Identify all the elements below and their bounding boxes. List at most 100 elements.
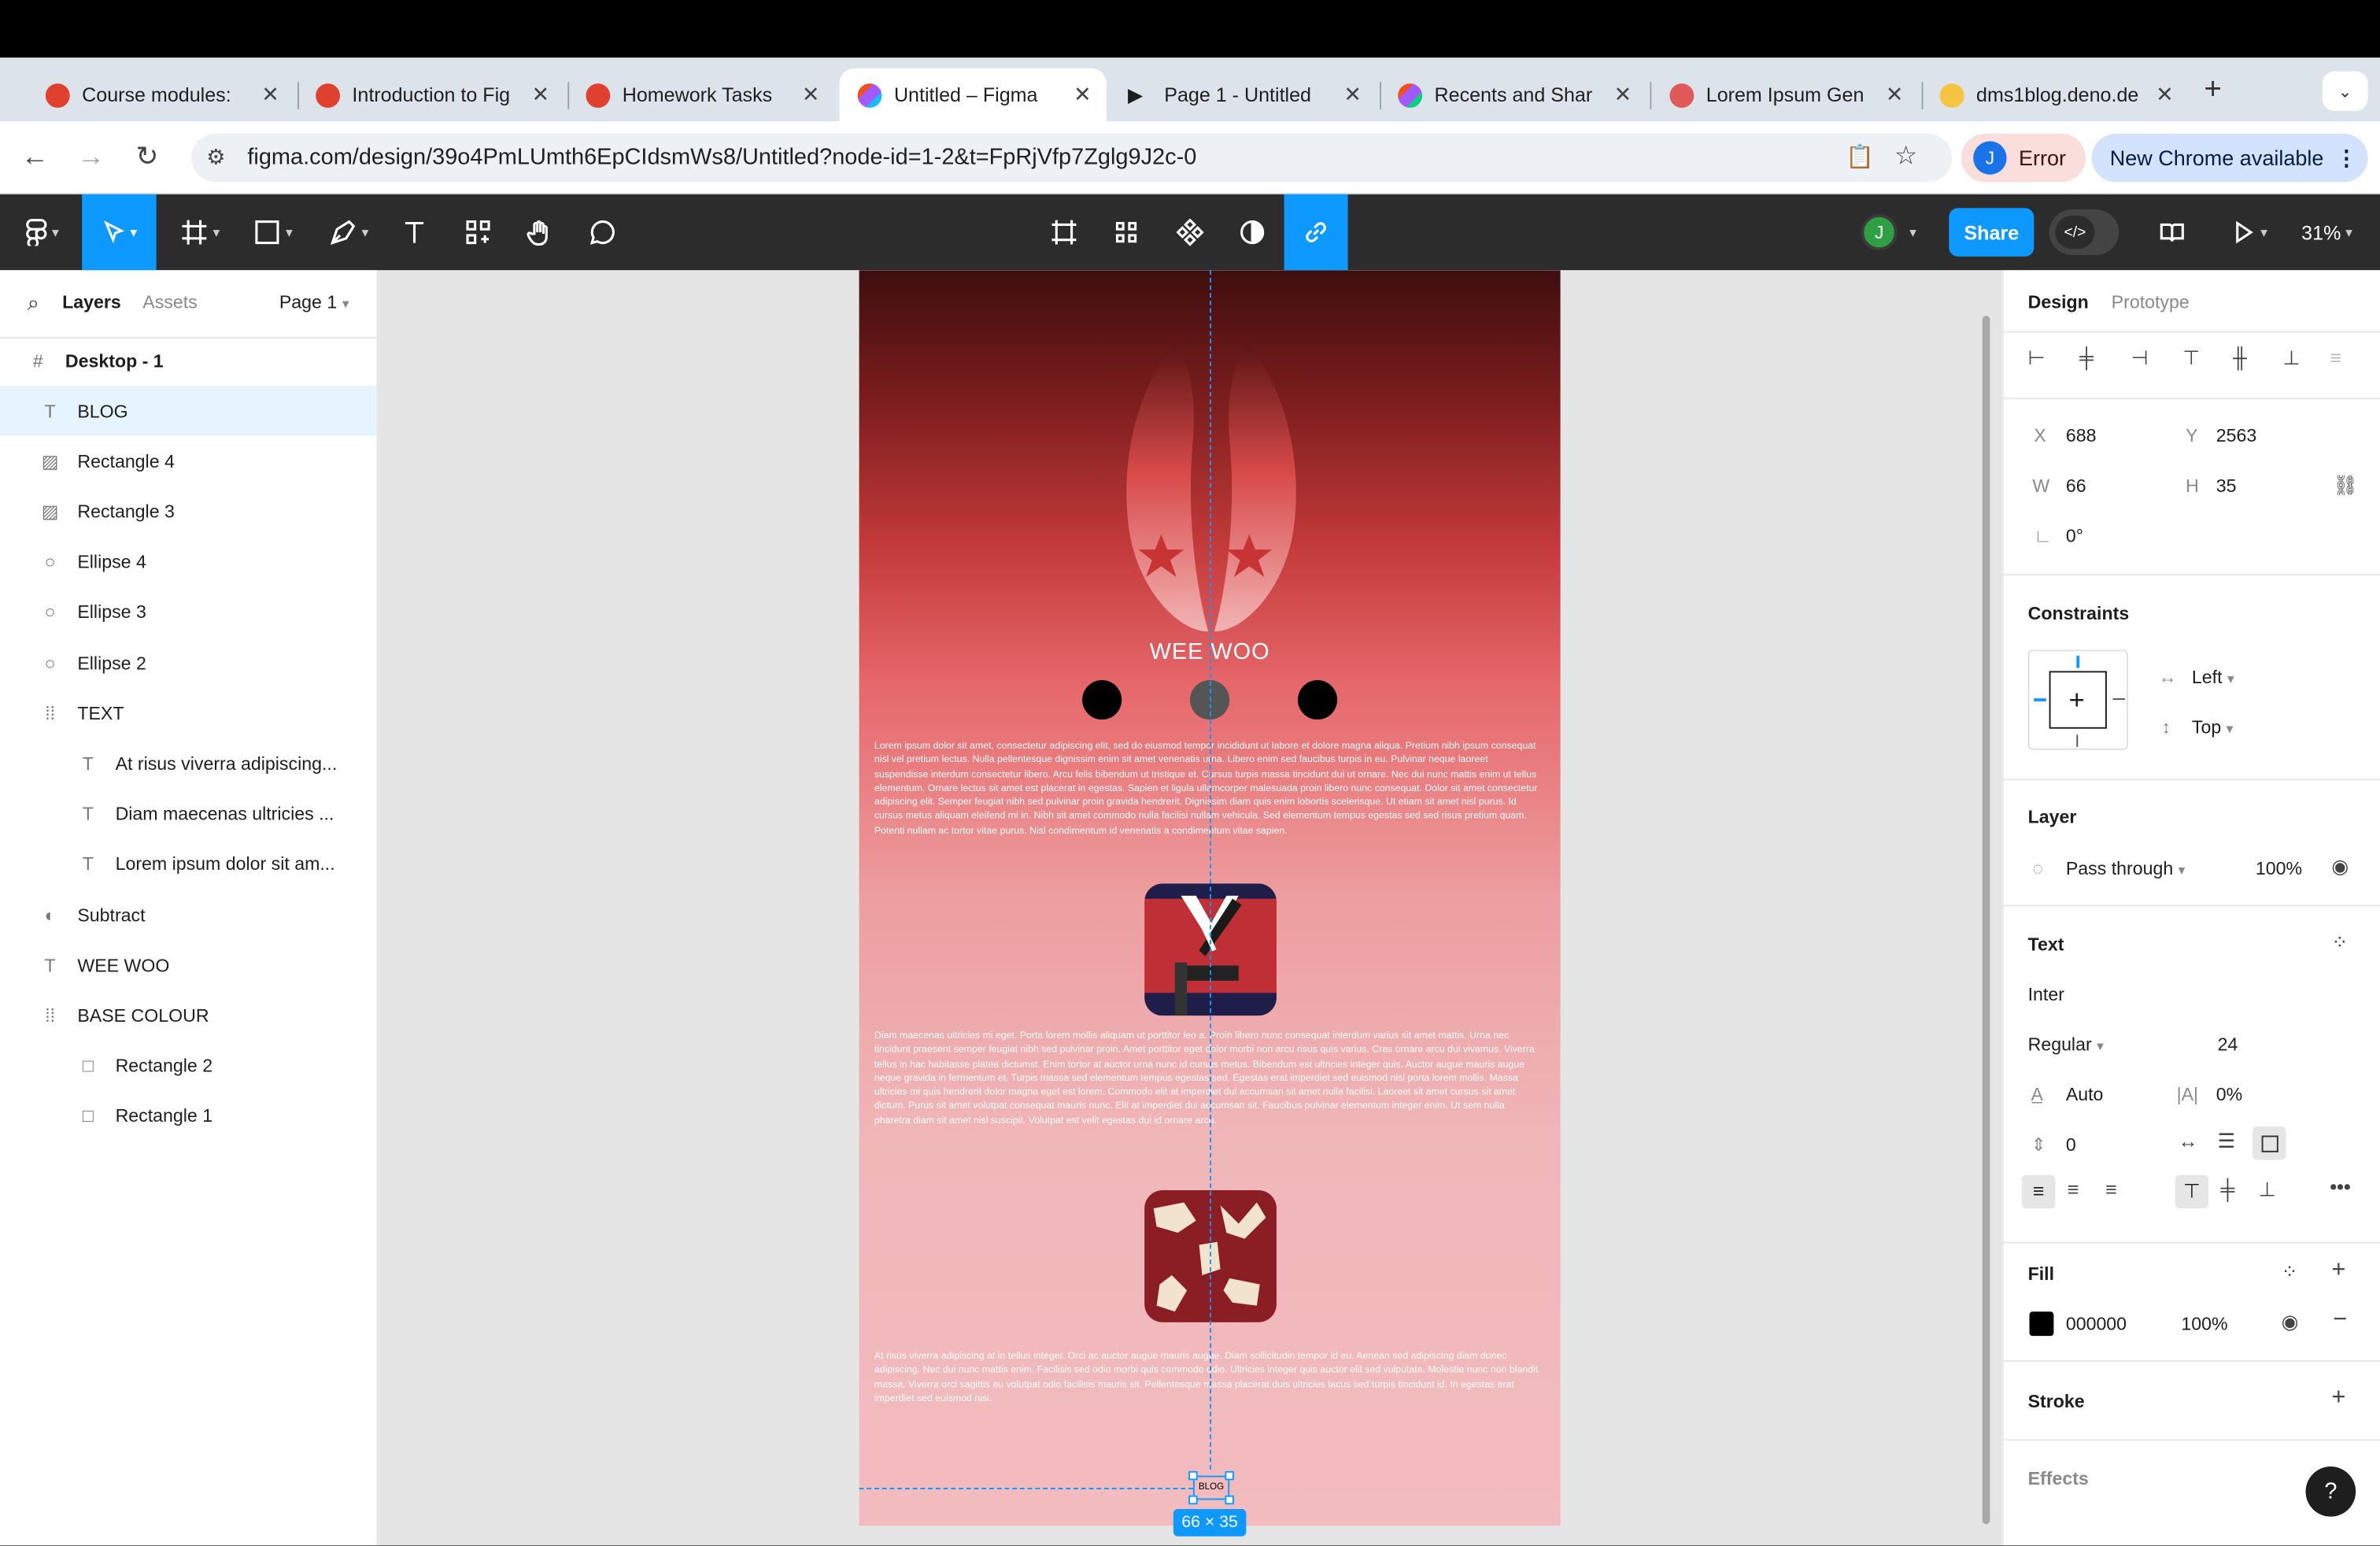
pen-tool[interactable]: ▾: [319, 194, 379, 270]
blend-mode-select[interactable]: Pass through ▾: [2066, 858, 2186, 879]
fill-opacity-input[interactable]: 100%: [2181, 1313, 2227, 1334]
layer-row[interactable]: ⁞⁞ BASE COLOUR: [0, 990, 376, 1041]
comment-tool[interactable]: [583, 194, 623, 270]
font-family-select[interactable]: Inter: [2028, 984, 2064, 1005]
resize-handle[interactable]: [1225, 1470, 1234, 1481]
link-button[interactable]: [1284, 194, 1348, 271]
x-input[interactable]: 688: [2066, 425, 2097, 446]
fixed-size-button[interactable]: [2252, 1126, 2286, 1160]
layer-row[interactable]: ○ Ellipse 3: [0, 587, 376, 638]
add-fill-icon[interactable]: +: [2331, 1257, 2345, 1285]
align-text-left-icon[interactable]: ≡: [2021, 1174, 2056, 1209]
align-text-right-icon[interactable]: ≡: [2105, 1178, 2117, 1201]
fill-hex-input[interactable]: 000000: [2066, 1313, 2127, 1334]
layer-row[interactable]: T At risus viverra adipiscing...: [0, 738, 376, 789]
share-button[interactable]: Share: [1949, 208, 2034, 257]
layer-row[interactable]: T BLOG: [0, 385, 377, 436]
design-canvas[interactable]: WEE WOO Lorem ipsum dolor sit amet, cons…: [378, 270, 2002, 1546]
help-button[interactable]: ?: [2305, 1466, 2356, 1517]
resize-handle[interactable]: [1188, 1470, 1198, 1481]
tab-design[interactable]: Design: [2028, 291, 2089, 313]
align-center-v-icon[interactable]: ╫: [2233, 346, 2247, 369]
tab-search-button[interactable]: ⌄: [2322, 71, 2368, 111]
dev-mode-toggle[interactable]: </>: [2049, 209, 2119, 256]
more-options-icon[interactable]: •••: [2330, 1175, 2350, 1198]
omnibox[interactable]: ⚙ figma.com/design/39o4PmLUmth6EpCIdsmWs…: [191, 133, 1953, 183]
layer-row[interactable]: ⁞⁞ TEXT: [0, 688, 376, 738]
search-icon[interactable]: ⌕: [28, 290, 39, 316]
close-tab-icon[interactable]: ✕: [261, 82, 279, 108]
font-weight-select[interactable]: Regular ▾: [2028, 1034, 2104, 1055]
site-settings-icon[interactable]: ⚙: [206, 144, 225, 170]
ellipse-4[interactable]: [1297, 680, 1338, 720]
browser-tab[interactable]: Homework Tasks ✕: [567, 68, 834, 122]
align-bottom-icon[interactable]: ⊥: [2283, 346, 2301, 371]
layer-frame-row[interactable]: # Desktop - 1: [0, 335, 376, 386]
layer-row[interactable]: ◐ Subtract: [0, 890, 376, 940]
resources-tool[interactable]: [458, 194, 497, 270]
page-selector[interactable]: Page 1 ▾: [279, 291, 349, 313]
move-tool[interactable]: ▾: [82, 194, 157, 271]
selected-blog-text[interactable]: BLOG: [1192, 1475, 1230, 1500]
close-tab-icon[interactable]: ✕: [1886, 82, 1904, 108]
present-button[interactable]: ▾: [2219, 194, 2280, 270]
layer-row[interactable]: ○ Ellipse 4: [0, 537, 376, 587]
auto-width-icon[interactable]: ↔: [2179, 1130, 2198, 1152]
forward-arrow-icon[interactable]: →: [75, 141, 108, 173]
ellipse-2[interactable]: [1082, 680, 1122, 720]
text-styles-icon[interactable]: ⁘: [2331, 930, 2348, 955]
align-text-center-icon[interactable]: ≡: [2068, 1178, 2079, 1201]
browser-tab[interactable]: ▶ Page 1 - Untitled ✕: [1110, 68, 1377, 122]
align-text-top-icon[interactable]: ⊤: [2175, 1174, 2209, 1209]
text-tool[interactable]: [394, 194, 434, 270]
browser-tab[interactable]: Lorem Ipsum Gen ✕: [1651, 68, 1918, 122]
eye-icon[interactable]: ◉: [2282, 1310, 2299, 1334]
letter-spacing-input[interactable]: 0%: [2216, 1084, 2242, 1105]
eye-icon[interactable]: ◉: [2331, 855, 2349, 879]
url-text[interactable]: figma.com/design/39o4PmLUmth6EpCIdsmWs8/…: [247, 144, 1196, 170]
tab-assets[interactable]: Assets: [142, 291, 197, 313]
resize-handle[interactable]: [1188, 1495, 1198, 1505]
chrome-update-button[interactable]: New Chrome available ⋮: [2091, 133, 2368, 183]
rotation-input[interactable]: 0°: [2066, 525, 2083, 546]
transform-button[interactable]: [1044, 194, 1084, 270]
auto-height-icon[interactable]: ☰: [2218, 1130, 2235, 1154]
align-text-middle-icon[interactable]: ╪: [2221, 1178, 2235, 1201]
layer-row[interactable]: ▨ Rectangle 3: [0, 486, 376, 537]
close-tab-icon[interactable]: ✕: [532, 82, 550, 108]
layer-row[interactable]: ○ Ellipse 2: [0, 638, 376, 688]
align-left-icon[interactable]: ⊢: [2028, 346, 2046, 371]
layer-row[interactable]: □ Rectangle 1: [0, 1091, 376, 1141]
remove-fill-icon[interactable]: −: [2333, 1307, 2347, 1335]
height-input[interactable]: 35: [2216, 475, 2237, 497]
browser-tab[interactable]: Introduction to Fig ✕: [298, 68, 564, 122]
paragraph-1[interactable]: Lorem ipsum dolor sit amet, consectetur …: [874, 739, 1539, 838]
browser-tab-active[interactable]: Untitled – Figma ✕: [839, 68, 1107, 122]
constraints-widget[interactable]: +: [2027, 649, 2128, 750]
close-tab-icon[interactable]: ✕: [802, 82, 820, 108]
layer-row[interactable]: T Lorem ipsum dolor sit am...: [0, 839, 376, 890]
browser-tab[interactable]: Recents and Shar ✕: [1380, 68, 1646, 122]
close-tab-icon[interactable]: ✕: [1614, 82, 1632, 108]
reload-icon[interactable]: ↻: [131, 141, 164, 173]
horizontal-constraint-select[interactable]: Left ▾: [2192, 667, 2234, 688]
layer-row[interactable]: T Diam maecenas ultricies ...: [0, 789, 376, 839]
line-height-input[interactable]: Auto: [2066, 1084, 2104, 1105]
distribute-icon[interactable]: ≡: [2330, 346, 2341, 369]
font-size-input[interactable]: 24: [2218, 1034, 2238, 1055]
fill-color-swatch[interactable]: [2029, 1311, 2054, 1337]
align-center-h-icon[interactable]: ╪: [2079, 346, 2094, 369]
layer-row[interactable]: ▨ Rectangle 4: [0, 436, 376, 486]
y-input[interactable]: 2563: [2216, 425, 2256, 446]
back-arrow-icon[interactable]: ←: [18, 141, 51, 173]
shape-tool[interactable]: ▾: [243, 194, 304, 270]
vertical-scrollbar[interactable]: [1982, 316, 1990, 1525]
paragraph-spacing-input[interactable]: 0: [2066, 1134, 2076, 1156]
tab-layers[interactable]: Layers: [62, 291, 121, 313]
tab-prototype[interactable]: Prototype: [2112, 291, 2190, 313]
vertical-constraint-select[interactable]: Top ▾: [2192, 716, 2234, 738]
paragraph-3[interactable]: At risus viverra adipiscing at in tellus…: [874, 1350, 1539, 1407]
grid-button[interactable]: [1107, 194, 1146, 270]
clipboard-icon[interactable]: 📋: [1846, 142, 1874, 170]
library-button[interactable]: [2153, 194, 2192, 270]
